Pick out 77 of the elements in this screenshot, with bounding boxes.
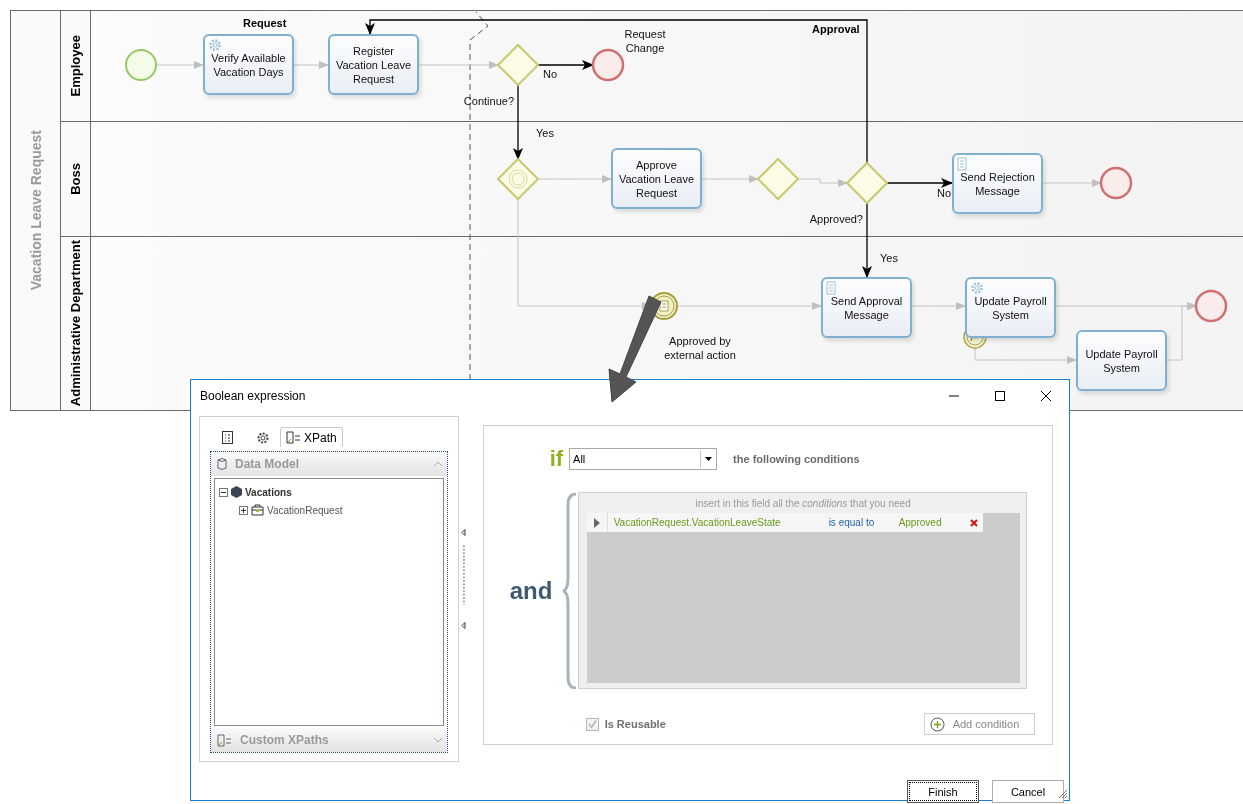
sequence-flow xyxy=(886,178,953,188)
table-icon xyxy=(222,431,233,444)
document-icon xyxy=(826,281,837,295)
end-event xyxy=(1099,166,1133,200)
xpath-tab[interactable]: XPath xyxy=(280,427,343,447)
flow-label: No xyxy=(543,68,558,80)
gateway-diamond xyxy=(496,43,540,87)
caret-icon xyxy=(704,457,712,461)
sequence-flow xyxy=(155,61,204,69)
phase-label: Request xyxy=(243,17,287,29)
task-box: Update Payroll System xyxy=(1076,330,1167,391)
sequence-flow xyxy=(797,178,848,187)
sequence-flow xyxy=(701,175,759,183)
maximize-icon xyxy=(995,390,1005,401)
flow-label: No xyxy=(937,187,952,199)
document-icon xyxy=(957,157,968,171)
expand-icon[interactable] xyxy=(239,505,248,515)
row-arrow-icon xyxy=(593,517,600,528)
end-event xyxy=(591,48,625,82)
start-event xyxy=(125,49,157,81)
add-condition-button[interactable]: Add condition xyxy=(923,713,1035,735)
condition-value: Approved xyxy=(898,517,943,528)
close-icon xyxy=(1041,390,1051,401)
tree-item[interactable]: VacationRequest xyxy=(267,504,343,516)
delete-icon[interactable] xyxy=(969,518,978,527)
event-label: Approved by external action xyxy=(663,334,737,362)
condition-field: VacationRequest.VacationLeaveState xyxy=(613,517,829,528)
collapse-icon[interactable] xyxy=(219,487,228,497)
briefcase-icon xyxy=(251,504,264,516)
task-box: Approve Vacation Leave Request xyxy=(611,148,702,209)
flow-label: Yes xyxy=(880,252,898,264)
gear-icon xyxy=(255,430,270,445)
cancel-button[interactable]: Cancel xyxy=(992,780,1064,803)
sequence-flow xyxy=(292,61,329,69)
gateway-label: Approved? xyxy=(809,213,863,225)
lane-name: Boss xyxy=(68,163,83,195)
gear-icon xyxy=(970,281,984,295)
phase-label: Approval xyxy=(812,23,860,35)
gateway-diamond xyxy=(845,161,889,205)
quantifier-dropdown[interactable]: All xyxy=(569,448,718,470)
task-box: Verify Available Vacation Days xyxy=(203,34,294,95)
task-box: Send Rejection Message xyxy=(952,153,1043,214)
end-event xyxy=(1194,289,1228,323)
chevron-icon xyxy=(433,461,443,467)
plus-icon xyxy=(929,716,945,732)
if-keyword: if xyxy=(549,448,564,470)
task-box: Send Approval Message xyxy=(821,277,912,338)
sequence-flow xyxy=(1042,179,1102,187)
lane-name: Employee xyxy=(68,35,83,97)
window-title: Boolean expression xyxy=(200,388,307,403)
gateway-label: Continue? xyxy=(463,95,514,107)
gateway-diamond xyxy=(496,157,540,201)
sequence-flow xyxy=(911,302,966,310)
task-box: Register Vacation Leave Request xyxy=(328,34,419,95)
gear-icon xyxy=(208,38,222,52)
splitter-handle[interactable] xyxy=(460,529,467,629)
flow-label: Yes xyxy=(536,127,554,139)
database-icon xyxy=(217,457,227,471)
hint-text: insert in this field all the conditions that you need xyxy=(694,497,912,511)
chevron-icon xyxy=(433,737,443,743)
finish-button[interactable]: Finish xyxy=(907,780,979,803)
tree-item[interactable]: Vacations xyxy=(245,486,292,498)
conditions-caption: the following conditions xyxy=(733,453,860,465)
condition-operator: is equal to xyxy=(828,517,876,528)
xpath-icon xyxy=(217,733,232,747)
resize-grip[interactable] xyxy=(1058,789,1068,799)
event-label: Request Change xyxy=(623,27,667,55)
lane-name: Administrative Department xyxy=(68,240,83,407)
task-box: Update Payroll System xyxy=(965,277,1056,338)
cube-icon xyxy=(231,486,242,498)
and-keyword: and xyxy=(509,576,550,605)
gateway-diamond xyxy=(756,157,800,201)
checkbox-icon xyxy=(585,717,599,731)
xpath-icon xyxy=(286,431,301,444)
brace-icon xyxy=(561,492,578,689)
condition-row[interactable]: VacationRequest.VacationLeaveState is equal to Approved xyxy=(586,513,983,532)
pool-title: Vacation Leave Request xyxy=(27,130,44,291)
